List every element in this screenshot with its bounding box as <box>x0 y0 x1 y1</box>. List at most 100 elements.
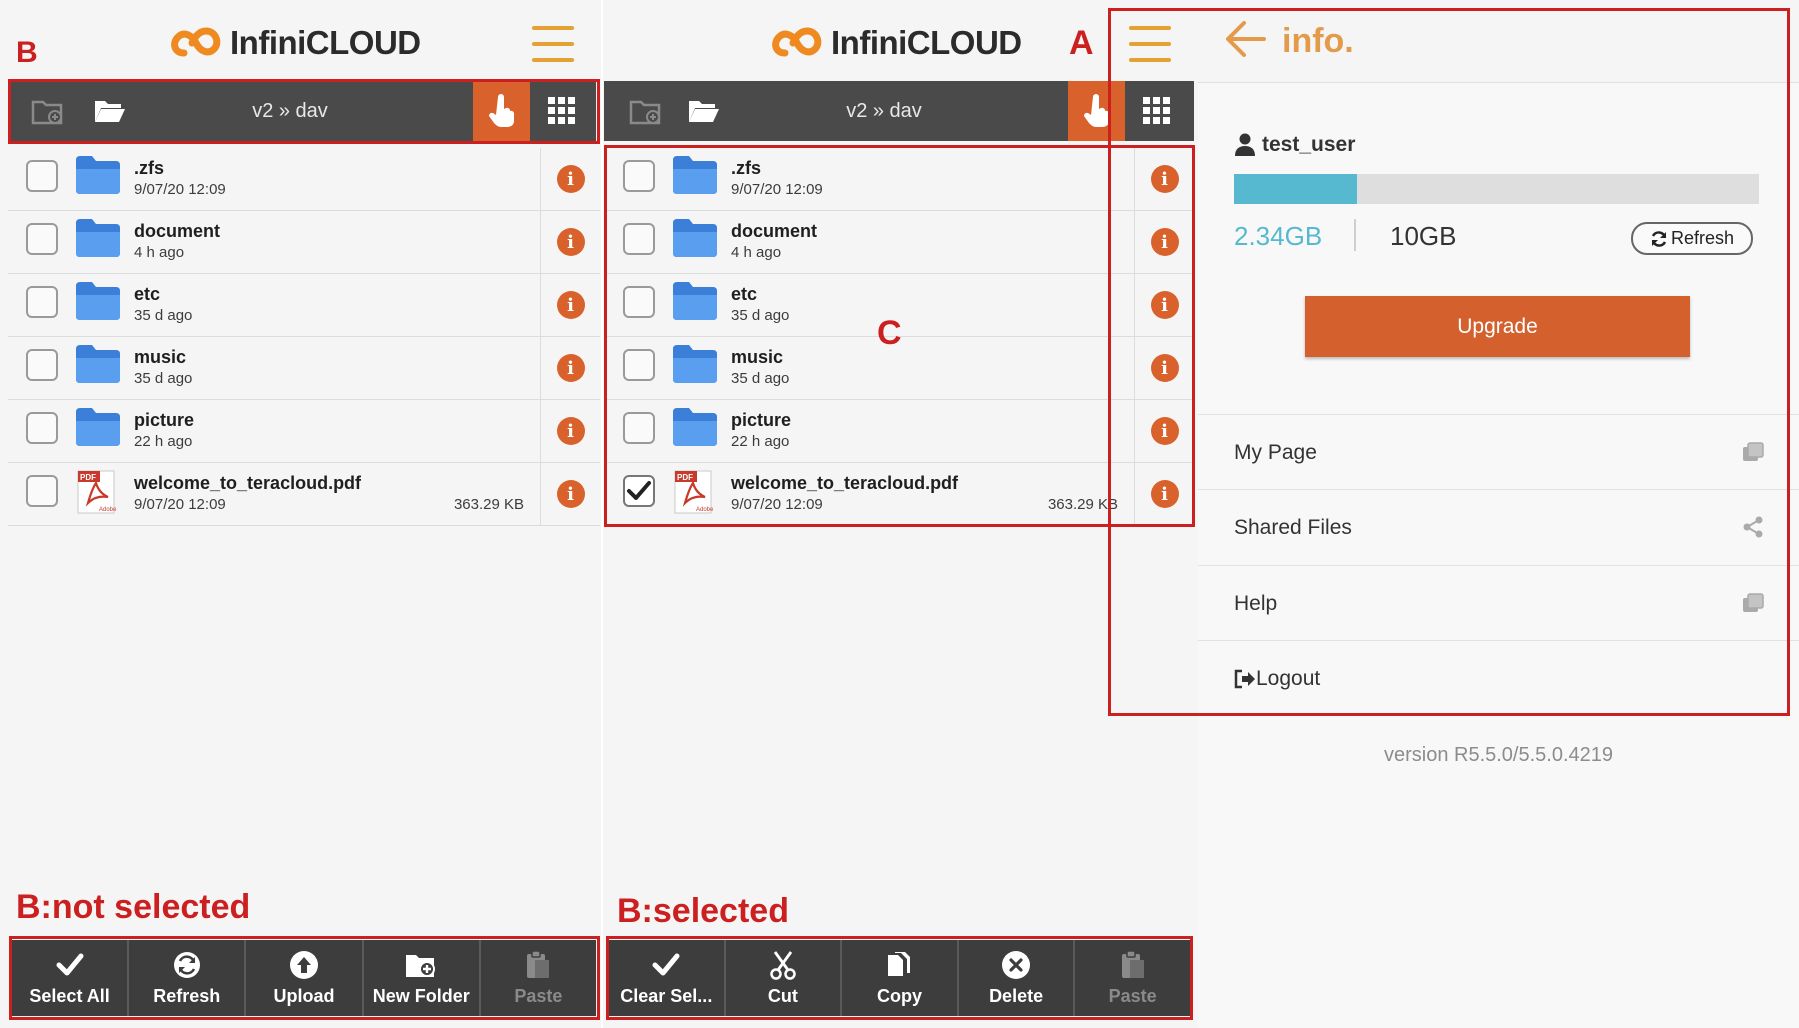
file-row[interactable]: PDF Adobe welcome_to_teracloud.pdf 9/07/20 … <box>8 463 600 526</box>
copy-icon <box>885 948 913 982</box>
delete-button[interactable]: Delete <box>959 940 1076 1016</box>
file-info-button[interactable]: i <box>1134 274 1194 336</box>
file-name[interactable]: picture <box>134 410 194 431</box>
file-name[interactable]: etc <box>134 284 160 305</box>
select-checkbox[interactable] <box>623 223 655 255</box>
file-info-button[interactable]: i <box>1134 337 1194 399</box>
open-folder-icon[interactable] <box>90 91 130 131</box>
file-row[interactable]: picture 22 h ago i <box>605 400 1194 463</box>
delete-icon <box>1001 948 1031 982</box>
file-row[interactable]: PDF Adobe welcome_to_teracloud.pdf 9/07/20 … <box>605 463 1194 526</box>
annotation-a-label: A <box>1069 24 1094 62</box>
upgrade-button[interactable]: Upgrade <box>1305 296 1690 357</box>
select-checkbox[interactable] <box>623 160 655 192</box>
file-date: 9/07/20 12:09 <box>731 496 823 513</box>
info-icon: i <box>556 417 585 445</box>
info-icon: i <box>1150 417 1179 445</box>
file-info-button[interactable]: i <box>540 148 600 210</box>
file-info-button[interactable]: i <box>540 337 600 399</box>
open-folder-icon[interactable] <box>684 91 724 131</box>
action-label: Cut <box>767 986 798 1006</box>
upload-folder-icon[interactable] <box>626 91 666 131</box>
file-name[interactable]: music <box>731 347 783 368</box>
file-info-button[interactable]: i <box>1134 400 1194 462</box>
breadcrumb[interactable]: v2 » dav <box>140 81 440 141</box>
file-date: 4 h ago <box>134 244 185 261</box>
file-info-button[interactable]: i <box>1134 211 1194 273</box>
select-checkbox[interactable] <box>623 412 655 444</box>
file-name[interactable]: document <box>134 221 220 242</box>
file-row[interactable]: music 35 d ago i <box>8 337 600 400</box>
select-checkbox[interactable] <box>26 160 58 192</box>
file-name[interactable]: picture <box>731 410 791 431</box>
upload-button[interactable]: Upload <box>246 940 364 1016</box>
infinity-logo-icon <box>171 27 221 57</box>
select-checkbox[interactable] <box>623 286 655 318</box>
folder-icon <box>671 280 719 324</box>
action-label: Upload <box>273 986 335 1006</box>
file-info-button[interactable]: i <box>1134 463 1194 525</box>
info-title: info. <box>1282 22 1354 60</box>
refresh-button[interactable]: Refresh <box>129 940 247 1016</box>
info-icon: i <box>1150 354 1179 382</box>
clear-selection-button[interactable]: Clear Sel... <box>609 940 726 1016</box>
file-row[interactable]: document 4 h ago i <box>8 211 600 274</box>
file-name[interactable]: welcome_to_teracloud.pdf <box>134 473 361 494</box>
breadcrumb[interactable]: v2 » dav <box>734 81 1034 141</box>
file-row[interactable]: .zfs 9/07/20 12:09 i <box>8 148 600 211</box>
infinicloud-logo: InfiniCLOUD <box>769 20 1022 66</box>
hamburger-menu-icon[interactable] <box>1129 26 1171 62</box>
file-info-button[interactable]: i <box>540 211 600 273</box>
select-checkbox[interactable] <box>26 475 58 507</box>
copy-button[interactable]: Copy <box>842 940 959 1016</box>
select-all-button[interactable]: Select All <box>12 940 130 1016</box>
file-date: 9/07/20 12:09 <box>134 181 226 198</box>
cut-button[interactable]: Cut <box>726 940 843 1016</box>
file-date: 22 h ago <box>731 433 790 450</box>
paste-button[interactable]: Paste <box>481 940 596 1016</box>
upload-folder-icon[interactable] <box>28 91 68 131</box>
file-row[interactable]: document 4 h ago i <box>605 211 1194 274</box>
folder-icon <box>74 343 122 387</box>
file-info-button[interactable]: i <box>540 274 600 336</box>
menu-item-help[interactable]: Help <box>1198 565 1799 640</box>
hamburger-menu-icon[interactable] <box>532 26 574 62</box>
select-checkbox[interactable] <box>623 349 655 381</box>
file-info-button[interactable]: i <box>540 400 600 462</box>
select-checkbox[interactable] <box>26 349 58 381</box>
grid-view-icon[interactable] <box>530 81 594 141</box>
file-row[interactable]: .zfs 9/07/20 12:09 i <box>605 148 1194 211</box>
select-checkbox[interactable] <box>26 286 58 318</box>
paste-button[interactable]: Paste <box>1075 940 1190 1016</box>
logo-text: InfiniCLOUD <box>831 24 1022 61</box>
file-row[interactable]: etc 35 d ago i <box>8 274 600 337</box>
file-date: 35 d ago <box>134 307 193 324</box>
file-name[interactable]: .zfs <box>134 158 164 179</box>
menu-item-logout[interactable]: Logout <box>1198 640 1799 712</box>
quota-progress-bar <box>1234 174 1759 204</box>
check-icon <box>652 948 680 982</box>
touch-select-icon[interactable] <box>473 81 530 141</box>
file-name[interactable]: music <box>134 347 186 368</box>
select-checkbox[interactable] <box>623 475 655 507</box>
file-info-button[interactable]: i <box>1134 148 1194 210</box>
file-info-button[interactable]: i <box>540 463 600 525</box>
refresh-icon <box>1651 230 1667 247</box>
grid-view-icon[interactable] <box>1125 81 1189 141</box>
file-row[interactable]: picture 22 h ago i <box>8 400 600 463</box>
file-name[interactable]: document <box>731 221 817 242</box>
file-name[interactable]: .zfs <box>731 158 761 179</box>
file-date: 35 d ago <box>134 370 193 387</box>
menu-item-shared-files[interactable]: Shared Files <box>1198 489 1799 564</box>
touch-select-icon[interactable] <box>1068 81 1125 141</box>
file-name[interactable]: etc <box>731 284 757 305</box>
back-arrow-icon[interactable] <box>1224 20 1266 58</box>
select-checkbox[interactable] <box>26 223 58 255</box>
file-name[interactable]: welcome_to_teracloud.pdf <box>731 473 958 494</box>
menu-item-my-page[interactable]: My Page <box>1198 414 1799 489</box>
new-folder-button[interactable]: New Folder <box>364 940 481 1016</box>
file-browser-panel-selected: InfiniCLOUD A v2 » dav .zfs 9/07/20 12:09… <box>603 0 1198 1028</box>
refresh-quota-button[interactable]: Refresh <box>1631 222 1753 255</box>
select-checkbox[interactable] <box>26 412 58 444</box>
folder-toolbar: v2 » dav <box>10 81 596 141</box>
